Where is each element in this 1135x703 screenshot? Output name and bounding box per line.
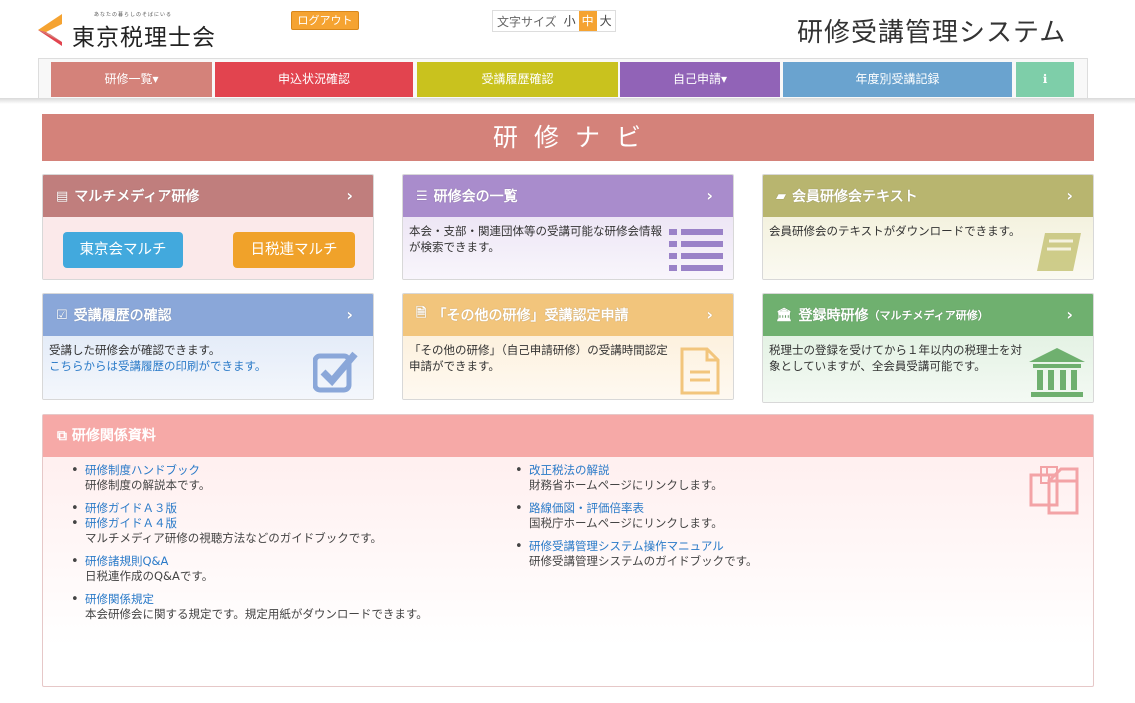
nav-self-application[interactable]: 自己申請▾: [620, 62, 780, 97]
chevron-right-icon: ›: [706, 305, 713, 324]
copy-large-icon: [1029, 466, 1079, 515]
chevron-right-icon: ›: [1066, 186, 1073, 205]
card-registration-training-header[interactable]: 🏛 登録時研修 （マルチメディア研修） ›: [763, 294, 1093, 336]
card-member-text-body: 会員研修会のテキストがダウンロードできます。: [763, 217, 1093, 279]
book-icon: ▰: [776, 188, 786, 204]
handbook-link[interactable]: 研修制度ハンドブック: [85, 463, 481, 478]
list-item: 研修諸規則Q&A 日税連作成のQ&Aです。: [71, 554, 481, 584]
list-item-desc: マルチメディア研修の視聴方法などのガイドブックです。: [85, 531, 383, 545]
list-icon: ☰: [416, 188, 428, 204]
card-attendance-history[interactable]: ☑ 受講履歴の確認 › 受講した研修会が確認できます。 こちらからは受講履歴の印…: [42, 293, 374, 400]
list-item: 研修受講管理システム操作マニュアル 研修受講管理システムのガイドブックです。: [515, 539, 935, 569]
card-registration-training-body: 税理士の登録を受けてから１年以内の税理士を対象としていますが、全会員受講可能です…: [763, 336, 1093, 402]
card-registration-training-desc: 税理士の登録を受けてから１年以内の税理士を対象としていますが、全会員受講可能です…: [769, 343, 1022, 373]
font-size-small-button[interactable]: 小: [561, 11, 579, 31]
list-item: 研修ガイドＡ３版: [71, 501, 481, 516]
nav-info-icon[interactable]: ℹ: [1016, 62, 1074, 97]
list-item: 改正税法の解説 財務省ホームページにリンクします。: [515, 463, 935, 493]
logo-tagline: あなたの暮らしのそばにいる: [94, 12, 173, 18]
card-multimedia-title: マルチメディア研修: [74, 189, 200, 205]
chevron-right-icon: ›: [346, 186, 353, 205]
font-size-large-button[interactable]: 大: [597, 11, 615, 31]
card-attendance-history-body: 受講した研修会が確認できます。 こちらからは受講履歴の印刷ができます。: [43, 336, 373, 399]
card-registration-training-title: 登録時研修: [798, 308, 869, 324]
card-member-text-desc: 会員研修会のテキストがダウンロードできます。: [769, 224, 1021, 238]
institution-large-icon: [1029, 348, 1085, 397]
nav-application-status[interactable]: 申込状況確認: [215, 62, 413, 97]
card-member-text-header[interactable]: ▰ 会員研修会テキスト ›: [763, 175, 1093, 217]
guide-a3-link[interactable]: 研修ガイドＡ３版: [85, 501, 481, 516]
chevron-right-icon: ›: [706, 186, 713, 205]
list-item-desc: 財務省ホームページにリンクします。: [529, 478, 723, 492]
card-other-training-desc: 「その他の研修」（自己申請研修）の受講時間認定申請ができます。: [409, 343, 668, 373]
card-attendance-history-title: 受講履歴の確認: [73, 308, 172, 324]
list-large-icon: [669, 229, 723, 271]
card-member-text[interactable]: ▰ 会員研修会テキスト › 会員研修会のテキストがダウンロードできます。: [762, 174, 1094, 280]
logo[interactable]: あなたの暮らしのそばにいる 東京税理士会: [36, 10, 226, 51]
list-item-desc: 研修制度の解説本です。: [85, 478, 211, 492]
page-title-banner: 研修ナビ: [42, 114, 1094, 161]
list-item-desc: 研修受講管理システムのガイドブックです。: [529, 554, 758, 568]
card-training-list-title: 研修会の一覧: [433, 189, 518, 205]
card-other-training-title: 「その他の研修」受講認定申請: [432, 308, 629, 324]
card-registration-training[interactable]: 🏛 登録時研修 （マルチメディア研修） › 税理士の登録を受けてから１年以内の税…: [762, 293, 1094, 403]
system-title: 研修受講管理システム: [797, 18, 1067, 48]
card-member-text-title: 会員研修会テキスト: [792, 189, 918, 205]
list-item-desc: 本会研修会に関する規定です。規定用紙がダウンロードできます。: [85, 607, 428, 621]
card-training-list-header[interactable]: ☰ 研修会の一覧 ›: [403, 175, 733, 217]
resources-left-column: 研修制度ハンドブック 研修制度の解説本です。 研修ガイドＡ３版 研修ガイドＡ４版…: [71, 463, 481, 630]
list-item-desc: 国税庁ホームページにリンクします。: [529, 516, 723, 530]
nav-training-list[interactable]: 研修一覧▾: [51, 62, 212, 97]
card-multimedia: ▤ マルチメディア研修 › 東京会マルチ 日税連マルチ: [42, 174, 374, 280]
logout-button[interactable]: ログアウト: [291, 11, 359, 30]
regulations-link[interactable]: 研修関係規定: [85, 592, 481, 607]
film-icon: ▤: [56, 188, 69, 204]
training-resources-header: ⧉ 研修関係資料: [43, 415, 1093, 457]
nichizeiren-multimedia-button[interactable]: 日税連マルチ: [233, 232, 355, 268]
route-price-link[interactable]: 路線価図・評価倍率表: [529, 501, 935, 516]
logo-text: 東京税理士会: [72, 25, 216, 51]
document-icon: 🗎: [416, 306, 427, 321]
system-manual-link[interactable]: 研修受講管理システム操作マニュアル: [529, 539, 935, 554]
list-item: 路線価図・評価倍率表 国税庁ホームページにリンクします。: [515, 501, 935, 531]
font-size-medium-button[interactable]: 中: [578, 11, 597, 31]
copy-icon: ⧉: [57, 428, 67, 444]
font-size-label: 文字サイズ: [497, 14, 557, 29]
list-item-desc: 日税連作成のQ&Aです。: [85, 569, 214, 583]
card-other-training-body: 「その他の研修」（自己申請研修）の受講時間認定申請ができます。: [403, 336, 733, 399]
card-multimedia-body: 東京会マルチ 日税連マルチ: [43, 217, 373, 279]
list-item: 研修関係規定 本会研修会に関する規定です。規定用紙がダウンロードできます。: [71, 592, 481, 622]
resources-right-column: 改正税法の解説 財務省ホームページにリンクします。 路線価図・評価倍率表 国税庁…: [515, 463, 935, 577]
checkbox-large-icon: [313, 351, 358, 393]
document-large-icon: [680, 347, 720, 395]
font-size-selector: 文字サイズ 小 中 大: [492, 10, 616, 32]
checkbox-icon: ☑: [56, 307, 68, 323]
card-multimedia-header[interactable]: ▤ マルチメディア研修 ›: [43, 175, 373, 217]
guide-a4-link[interactable]: 研修ガイドＡ４版: [85, 516, 481, 531]
nav-attendance-history[interactable]: 受講履歴確認: [417, 62, 618, 97]
book-large-icon: [1037, 233, 1081, 271]
logo-mark-icon: [38, 14, 62, 46]
nav-annual-record[interactable]: 年度別受講記録: [783, 62, 1012, 97]
chevron-right-icon: ›: [1066, 305, 1073, 324]
card-training-list[interactable]: ☰ 研修会の一覧 › 本会・支部・関連団体等の受講可能な研修会情報が検索できます…: [402, 174, 734, 280]
card-other-training-header[interactable]: 🗎 「その他の研修」受講認定申請 ›: [403, 294, 733, 336]
main-nav: 研修一覧▾ 申込状況確認 受講履歴確認 自己申請▾ 年度別受講記録 ℹ: [38, 58, 1088, 98]
nav-divider: [0, 98, 1135, 104]
tax-reform-link[interactable]: 改正税法の解説: [529, 463, 935, 478]
rules-qa-link[interactable]: 研修諸規則Q&A: [85, 554, 481, 569]
card-training-list-desc: 本会・支部・関連団体等の受講可能な研修会情報が検索できます。: [409, 224, 662, 254]
institution-icon: 🏛: [776, 307, 793, 323]
card-training-list-body: 本会・支部・関連団体等の受講可能な研修会情報が検索できます。: [403, 217, 733, 279]
list-item: 研修ガイドＡ４版 マルチメディア研修の視聴方法などのガイドブックです。: [71, 516, 481, 546]
tokyo-multimedia-button[interactable]: 東京会マルチ: [63, 232, 183, 268]
header: あなたの暮らしのそばにいる 東京税理士会 ログアウト 文字サイズ 小 中 大 研…: [0, 0, 1135, 58]
training-resources-panel: ⧉ 研修関係資料 研修制度ハンドブック 研修制度の解説本です。 研修ガイドＡ３版…: [42, 414, 1094, 687]
training-resources-title: 研修関係資料: [71, 428, 156, 444]
card-registration-training-subtitle: （マルチメディア研修）: [868, 309, 989, 322]
card-attendance-history-header[interactable]: ☑ 受講履歴の確認 ›: [43, 294, 373, 336]
list-item: 研修制度ハンドブック 研修制度の解説本です。: [71, 463, 481, 493]
card-other-training[interactable]: 🗎 「その他の研修」受講認定申請 › 「その他の研修」（自己申請研修）の受講時間…: [402, 293, 734, 400]
chevron-right-icon: ›: [346, 305, 353, 324]
